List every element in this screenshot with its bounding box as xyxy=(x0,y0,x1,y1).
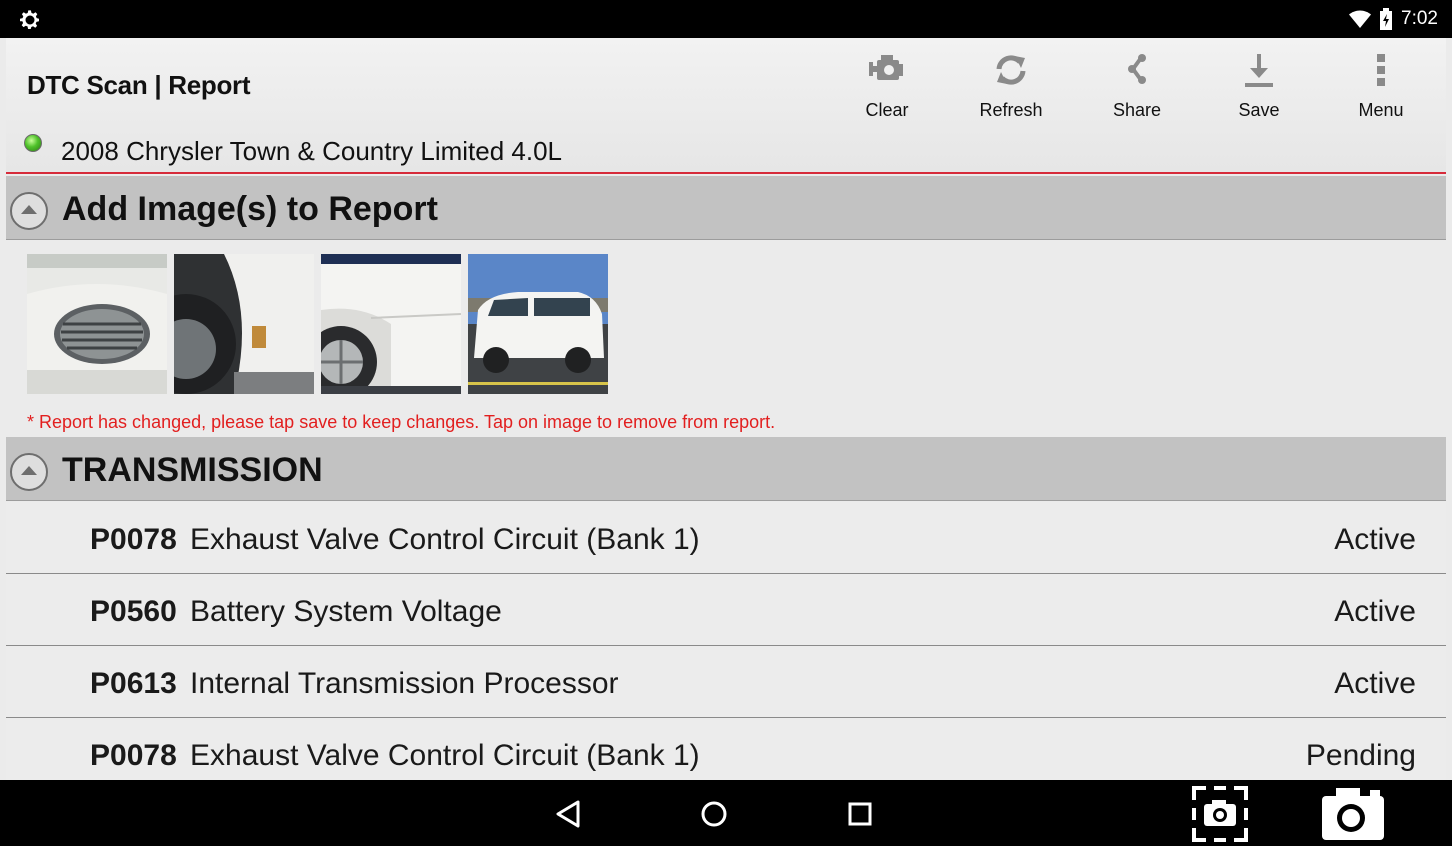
vehicle-side-view-photo[interactable] xyxy=(468,254,608,394)
dtc-status: Active xyxy=(1334,595,1416,628)
share-icon xyxy=(1128,54,1146,84)
dtc-description: Battery System Voltage xyxy=(190,595,502,628)
dtc-code: P0613 xyxy=(90,667,177,700)
report-changed-notice: * Report has changed, please tap save to… xyxy=(27,412,776,432)
dtc-description: Internal Transmission Processor xyxy=(190,667,619,700)
dtc-status: Pending xyxy=(1305,739,1416,772)
collapse-up-icon[interactable] xyxy=(10,192,48,230)
clock: 7:02 xyxy=(1401,8,1438,29)
screenshot-icon[interactable] xyxy=(1190,784,1250,844)
wifi-icon xyxy=(1349,10,1372,28)
navigation-bar xyxy=(0,780,1452,846)
dtc-scan-report-screen: 7:02 DTC Scan | Report 2008 Chrysler Tow… xyxy=(0,0,1452,846)
transmission-section-title: TRANSMISSION xyxy=(62,451,323,489)
vehicle-side-wheel-photo[interactable] xyxy=(321,254,461,394)
images-section-header[interactable]: Add Image(s) to Report xyxy=(6,176,1446,240)
collapse-up-icon[interactable] xyxy=(10,453,48,491)
dtc-code: P0078 xyxy=(90,523,177,556)
more-vertical-icon xyxy=(1377,54,1385,86)
dtc-row[interactable]: P0078 Exhaust Valve Control Circuit (Ban… xyxy=(6,502,1446,574)
vehicle-front-grille-photo[interactable] xyxy=(27,254,167,394)
dtc-code: P0560 xyxy=(90,595,177,628)
dtc-status: Active xyxy=(1334,667,1416,700)
transmission-section-header[interactable]: TRANSMISSION xyxy=(6,437,1446,501)
save-button[interactable]: Save xyxy=(1204,48,1314,128)
dtc-row[interactable]: P0613 Internal Transmission Processor Ac… xyxy=(6,646,1446,718)
battery-icon xyxy=(1380,8,1393,30)
camera-icon[interactable] xyxy=(1318,786,1388,842)
vehicle-front-wheel-photo[interactable] xyxy=(174,254,314,394)
status-bar: 7:02 xyxy=(0,0,1452,38)
share-label: Share xyxy=(1112,100,1162,120)
share-button[interactable]: Share xyxy=(1082,48,1192,128)
engine-icon xyxy=(869,55,903,80)
toolbar: Clear Refresh Share Save Menu xyxy=(826,48,1446,128)
refresh-button[interactable]: Refresh xyxy=(956,48,1066,128)
dtc-row[interactable]: P0560 Battery System Voltage Active xyxy=(6,574,1446,646)
settings-gear-icon xyxy=(20,10,39,29)
dtc-description: Exhaust Valve Control Circuit (Bank 1) xyxy=(190,523,700,556)
page-title: DTC Scan | Report xyxy=(27,70,251,100)
download-icon xyxy=(1245,54,1273,87)
connection-status-icon xyxy=(24,134,42,152)
save-label: Save xyxy=(1238,100,1280,120)
dtc-status: Active xyxy=(1334,523,1416,556)
clear-label: Clear xyxy=(865,100,909,120)
images-section-title: Add Image(s) to Report xyxy=(62,190,438,228)
vehicle-name: 2008 Chrysler Town & Country Limited 4.0… xyxy=(61,136,562,166)
home-icon[interactable] xyxy=(692,792,736,836)
refresh-icon xyxy=(996,55,1026,85)
dtc-description: Exhaust Valve Control Circuit (Bank 1) xyxy=(190,739,700,772)
dtc-code: P0078 xyxy=(90,739,177,772)
refresh-label: Refresh xyxy=(979,100,1043,120)
image-thumbnails xyxy=(27,254,608,394)
recents-icon[interactable] xyxy=(838,792,882,836)
back-icon[interactable] xyxy=(546,792,590,836)
clear-button[interactable]: Clear xyxy=(832,48,942,128)
app-header: DTC Scan | Report 2008 Chrysler Town & C… xyxy=(6,38,1446,174)
menu-label: Menu xyxy=(1358,100,1404,120)
menu-button[interactable]: Menu xyxy=(1326,48,1436,128)
